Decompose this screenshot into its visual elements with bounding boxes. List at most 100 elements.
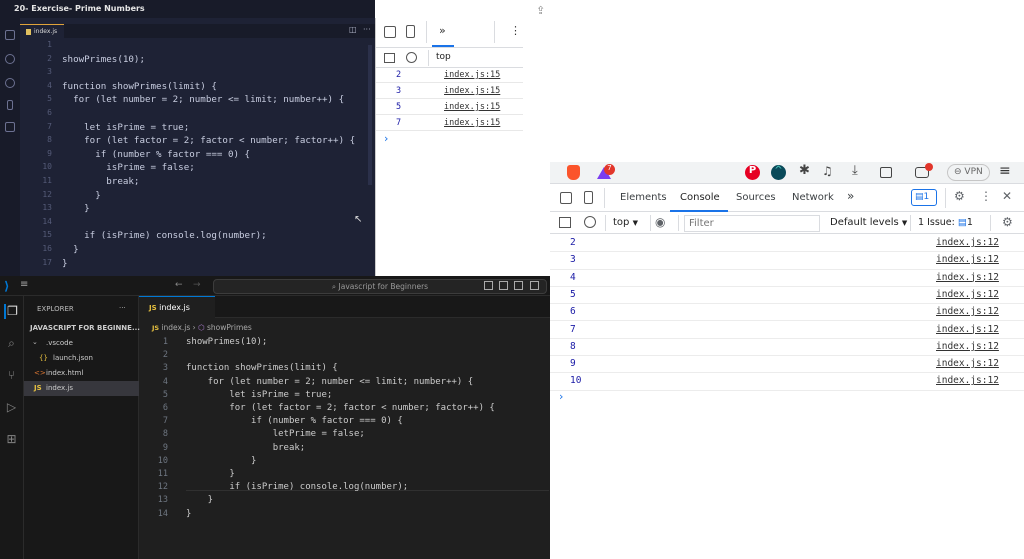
sidebar-icon[interactable] [880,167,892,178]
tab-console[interactable]: Console [680,192,720,203]
sidebar-right-icon[interactable] [514,281,523,290]
line-number: 7 [162,416,168,427]
more-tabs-button[interactable]: » [847,189,854,203]
console-row: 5 index.js:15 [376,100,523,115]
log-source-link[interactable]: index.js:12 [936,341,999,352]
extension-icon[interactable]: ^ [771,165,786,180]
log-value: 3 [396,86,402,96]
code-line: showPrimes(10); [186,337,268,347]
code-line: } [186,508,192,519]
forward-arrow-icon[interactable]: → [193,280,201,290]
extensions-icon[interactable]: ⊞ [4,432,19,447]
log-levels-dropdown[interactable]: Default levels ▼ [830,217,907,228]
kebab-menu-icon[interactable]: ⋮ [980,189,992,203]
tree-item-index-html[interactable]: <> index.html [24,366,139,381]
log-source-link[interactable]: index.js:12 [936,237,999,248]
files-icon[interactable] [5,30,15,40]
source-control-icon[interactable] [7,100,13,110]
tab-index-js[interactable]: JS index.js [139,296,215,318]
explorer-more-icon[interactable]: ··· [119,304,126,312]
close-icon[interactable]: ✕ [1002,189,1012,203]
context-selector[interactable]: top ▼ [613,217,638,228]
line-number: 14 [157,508,168,519]
puzzle-extensions-icon[interactable]: ✱ [799,163,810,178]
issues-button[interactable]: ▤1 [911,189,937,206]
clear-console-icon[interactable] [584,216,596,228]
sidebar-toggle-icon[interactable] [384,53,395,63]
tab-sources[interactable]: Sources [736,192,776,203]
device-toolbar-icon[interactable] [584,191,593,204]
minimap[interactable] [368,45,372,185]
brave-shield-icon[interactable] [567,165,580,180]
browser-menu-icon[interactable]: ≡ [999,163,1011,179]
code-area[interactable]: showPrimes(10); function showPrimes(limit… [62,38,367,276]
log-source-link[interactable]: index.js:15 [444,102,500,112]
separator [910,215,911,231]
search-icon[interactable] [5,54,15,64]
tree-item-index-js[interactable]: JS index.js [24,381,139,396]
source-control-icon[interactable]: ⑂ [4,368,19,383]
media-icon[interactable]: ♫ [822,164,833,178]
panel-icon[interactable] [499,281,508,290]
clear-console-icon[interactable] [406,52,417,63]
menu-icon[interactable]: ≡ [20,279,28,290]
tab-network[interactable]: Network [792,192,834,203]
line-number: 5 [162,389,168,400]
eye-icon[interactable]: ◉ [655,215,665,229]
line-number: 3 [47,67,52,77]
console-row: 8 index.js:12 [550,339,1024,357]
log-source-link[interactable]: index.js:15 [444,118,500,128]
filter-input[interactable] [684,215,820,232]
settings-gear-icon[interactable]: ⚙ [954,189,965,203]
device-toolbar-icon[interactable] [406,25,415,38]
search-icon[interactable]: ⌕ [4,336,19,351]
project-title[interactable]: JAVASCRIPT FOR BEGINNE... [30,324,140,332]
vpn-button[interactable]: ⊖ VPN [947,164,990,181]
tree-item-launch-json[interactable]: {} launch.json [24,351,139,366]
log-source-link[interactable]: index.js:12 [936,358,999,369]
inspect-element-icon[interactable] [560,192,572,204]
log-source-link[interactable]: index.js:12 [936,254,999,265]
layout-icon[interactable] [484,281,493,290]
console-row: 10 index.js:12 [550,373,1024,391]
split-editor-icon[interactable]: ◫ [349,25,357,34]
inspect-element-icon[interactable] [384,26,396,38]
line-number: 1 [162,337,168,347]
customize-layout-icon[interactable] [530,281,539,290]
kebab-menu-icon[interactable]: ⋮ [510,24,521,37]
tab-elements[interactable]: Elements [620,192,667,203]
console-prompt[interactable]: › [559,390,563,403]
line-number: 9 [162,442,168,453]
back-arrow-icon[interactable]: ← [175,280,183,290]
log-source-link[interactable]: index.js:12 [936,324,999,335]
share-icon[interactable]: ⇪ [536,4,552,18]
context-selector[interactable]: top [436,52,451,62]
command-center-search[interactable]: ⌕ Javascript for Beginners [213,279,547,294]
log-source-link[interactable]: index.js:12 [936,306,999,317]
console-settings-icon[interactable]: ⚙ [1002,215,1013,229]
log-source-link[interactable]: index.js:12 [936,375,999,386]
more-actions-icon[interactable]: ··· [363,25,371,34]
log-source-link[interactable]: index.js:15 [444,86,500,96]
download-icon[interactable]: ⤓ [852,163,858,178]
issues-counter[interactable]: 1 Issue: ▤1 [918,217,984,232]
activity-bar: ❐ ⌕ ⑂ ▷ ⊞ [0,296,24,559]
tree-item-vscode[interactable]: ⌄ .vscode [24,336,139,351]
log-source-link[interactable]: index.js:12 [936,272,999,283]
tab-index-js[interactable]: index.js [20,24,64,38]
breadcrumb[interactable]: JS index.js › ⬡ showPrimes [152,323,252,332]
more-tabs-button[interactable]: » [439,24,446,37]
pinterest-icon[interactable]: P [745,165,760,180]
sidebar-toggle-icon[interactable] [559,217,571,228]
console-prompt[interactable]: › [384,132,388,145]
line-number: 17 [42,257,52,267]
extensions-icon[interactable] [5,122,15,132]
run-debug-icon[interactable]: ▷ [4,400,19,415]
code-line: isPrime = false; [62,162,195,174]
separator [605,215,606,231]
log-source-link[interactable]: index.js:15 [444,70,500,80]
settings-icon[interactable] [5,78,15,88]
log-value: 9 [570,358,576,370]
explorer-icon[interactable]: ❐ [4,304,19,319]
log-source-link[interactable]: index.js:12 [936,289,999,300]
